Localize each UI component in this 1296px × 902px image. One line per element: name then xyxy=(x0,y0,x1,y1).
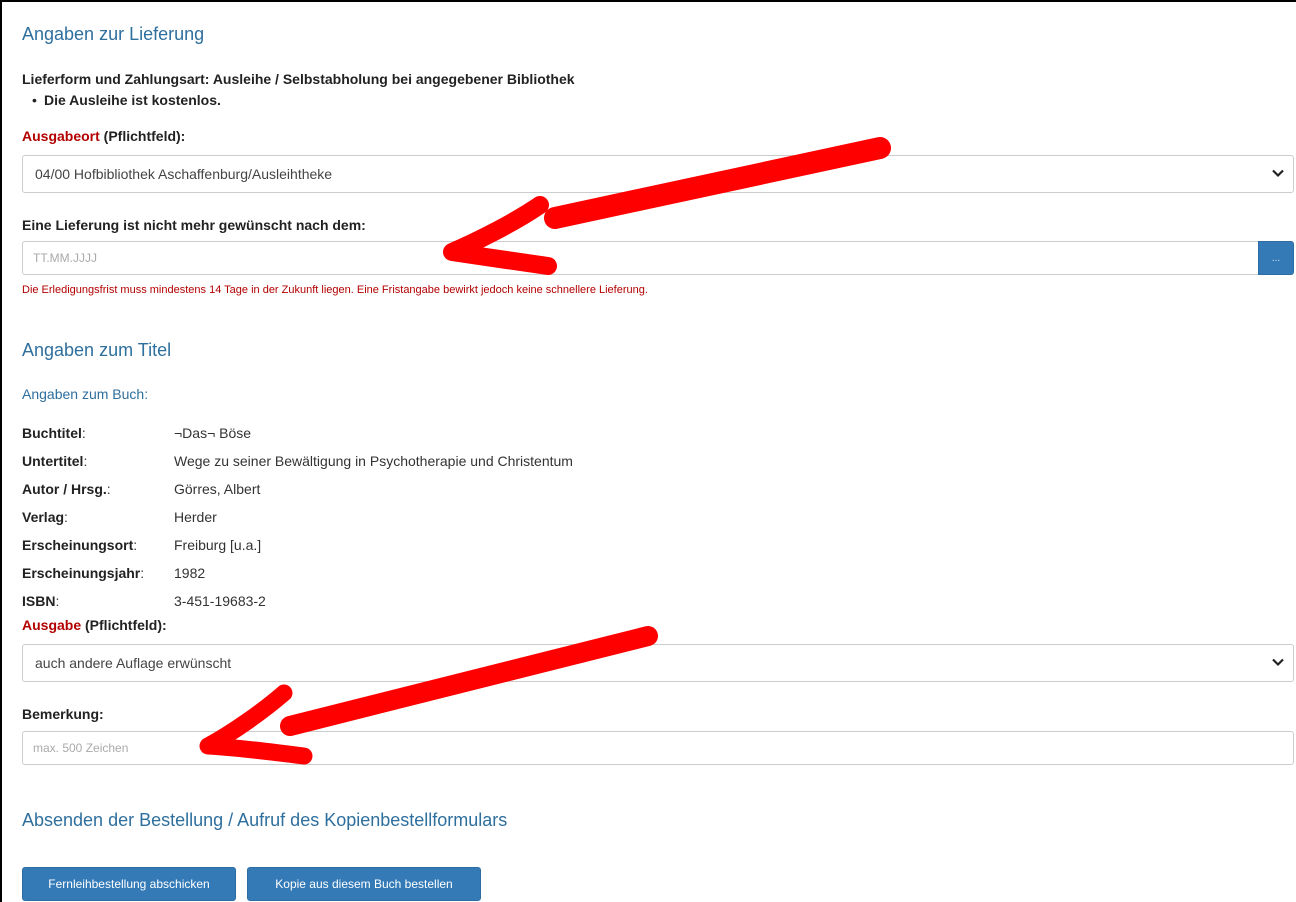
bullet-dot: • xyxy=(32,92,37,108)
page-frame xyxy=(0,0,1296,902)
delivery-form-text: Lieferform und Zahlungsart: Ausleihe / S… xyxy=(22,71,575,87)
field-label: ISBN xyxy=(22,593,56,609)
pickup-location-value: 04/00 Hofbibliothek Aschaffenburg/Auslei… xyxy=(35,166,333,182)
book-subheading: Angaben zum Buch: xyxy=(22,386,149,402)
edition-value: auch andere Auflage erwünscht xyxy=(35,655,232,671)
edition-select[interactable]: auch andere Auflage erwünscht xyxy=(22,644,1294,682)
field-value: 1982 xyxy=(174,565,206,581)
delivery-bullet: Die Ausleihe ist kostenlos. xyxy=(44,92,221,108)
field-row: Erscheinungsjahr: 1982 xyxy=(22,565,206,581)
field-label: Erscheinungsjahr xyxy=(22,565,141,581)
field-row: Verlag: Herder xyxy=(22,509,217,525)
submit-heading: Absenden der Bestellung / Aufruf des Kop… xyxy=(22,810,508,830)
field-value: Herder xyxy=(174,509,217,525)
field-value: Wege zu seiner Bewältigung in Psychother… xyxy=(174,453,573,469)
send-order-button[interactable]: Fernleihbestellung abschicken xyxy=(22,867,236,901)
pickup-location-select[interactable]: 04/00 Hofbibliothek Aschaffenburg/Auslei… xyxy=(22,155,1294,193)
field-value: Freiburg [u.a.] xyxy=(174,537,262,553)
field-value: Görres, Albert xyxy=(174,481,261,497)
remark-input[interactable] xyxy=(22,731,1294,765)
field-row: Buchtitel: ¬Das¬ Böse xyxy=(22,425,252,441)
order-copy-button[interactable]: Kopie aus diesem Buch bestellen xyxy=(247,867,481,901)
title-heading: Angaben zum Titel xyxy=(22,340,172,360)
field-label: Erscheinungsort xyxy=(22,537,134,553)
deadline-hint: Die Erledigungsfrist muss mindestens 14 … xyxy=(22,284,648,296)
pickup-label-required: Ausgabeort xyxy=(22,128,100,144)
field-row: Untertitel: Wege zu seiner Bewältigung in… xyxy=(22,453,573,469)
field-label: Untertitel xyxy=(22,453,84,469)
edition-label-rest: (Pflichtfeld): xyxy=(81,617,167,633)
edition-label: Ausgabe (Pflichtfeld): xyxy=(22,617,167,633)
delivery-heading: Angaben zur Lieferung xyxy=(22,24,205,44)
field-label: Autor / Hrsg. xyxy=(22,481,107,497)
field-value: ¬Das¬ Böse xyxy=(174,425,252,441)
deadline-date-input[interactable] xyxy=(22,241,1259,275)
deadline-label: Eine Lieferung ist nicht mehr gewünscht … xyxy=(22,217,366,233)
chevron-down-icon xyxy=(1272,658,1284,667)
field-row: Erscheinungsort: Freiburg [u.a.] xyxy=(22,537,262,553)
field-value: 3-451-19683-2 xyxy=(174,593,266,609)
edition-label-required: Ausgabe xyxy=(22,617,82,633)
pickup-label: Ausgabeort (Pflichtfeld): xyxy=(22,128,185,144)
field-row: ISBN: 3-451-19683-2 xyxy=(22,593,266,609)
pickup-label-rest: (Pflichtfeld): xyxy=(99,128,186,144)
field-label: Verlag xyxy=(22,509,65,525)
field-label: Buchtitel xyxy=(22,425,82,441)
chevron-down-icon xyxy=(1272,169,1284,178)
date-picker-button[interactable]: ... xyxy=(1258,241,1294,275)
remark-label: Bemerkung: xyxy=(22,706,104,722)
field-row: Autor / Hrsg.: Görres, Albert xyxy=(22,481,261,497)
